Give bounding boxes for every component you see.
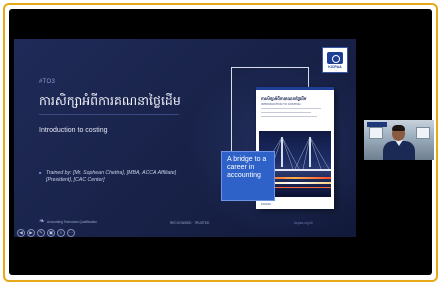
participant-video[interactable] — [364, 120, 434, 160]
background-window — [416, 127, 430, 139]
institute-logo: KICPAA — [322, 47, 348, 73]
person-hair — [392, 125, 405, 131]
logo-text: KICPAA — [328, 64, 342, 69]
zoom-button[interactable]: ⌕ — [57, 229, 65, 237]
slides-view-button[interactable]: ▣ — [47, 229, 55, 237]
course-code: #TO3 — [39, 79, 56, 85]
more-options-button[interactable]: ⋯ — [67, 229, 75, 237]
next-slide-button[interactable]: ▶ — [27, 229, 35, 237]
book-text-line — [261, 108, 321, 109]
pen-logo-icon: ❧ — [39, 218, 45, 225]
book-publisher: KICPAA — [261, 202, 272, 206]
trainer-info: Trained by: [Mr. Sophean Chettra], [MBA,… — [39, 170, 199, 183]
book-top-bar — [256, 87, 334, 90]
logo-emblem-icon — [327, 51, 343, 64]
book-text-line — [261, 116, 317, 117]
previous-slide-button[interactable]: ◀ — [17, 229, 25, 237]
pen-tool-button[interactable]: ✎ — [37, 229, 45, 237]
book-text-line — [261, 112, 311, 113]
background-window — [369, 127, 383, 139]
bridge-callout: A bridge to a career in accounting — [221, 151, 275, 201]
presentation-controls: ◀ ▶ ✎ ▣ ⌕ ⋯ — [17, 229, 75, 237]
title-divider — [39, 114, 179, 115]
footer-right-text: kicpaa.org.kh — [294, 221, 313, 225]
footer-mid-text: RECOGNISED · TRUSTED — [170, 221, 210, 225]
shared-slide: #TO3 ការសិក្សាអំពីការគណនាថ្លៃដើម Introdu… — [14, 39, 356, 237]
slide-title-khmer: ការសិក្សាអំពីការគណនាថ្លៃដើម — [39, 93, 181, 108]
footer-left-text: Accounting Technician Qualification — [47, 220, 98, 224]
slide-subtitle: Introduction to costing — [39, 127, 108, 134]
book-title-en: INTRODUCTION TO COSTING — [261, 102, 301, 106]
